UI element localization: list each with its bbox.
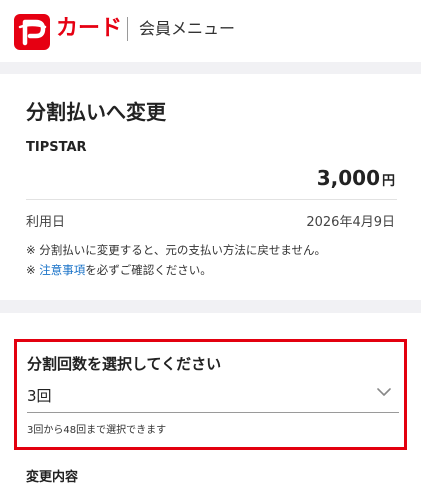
terms-link[interactable]: 注意事項 bbox=[39, 263, 85, 277]
app-root: カード 会員メニュー 分割払いへ変更 TIPSTAR 3,000 円 利用日 20… bbox=[0, 0, 421, 500]
warning-note: ※ 分割払いに変更すると、元の支払い方法に戻せません。 bbox=[26, 243, 326, 257]
header-divider bbox=[127, 17, 128, 41]
merchant-name: TIPSTAR bbox=[26, 140, 87, 155]
page-title: 分割払いへ変更 bbox=[26, 100, 166, 124]
amount-currency: 円 bbox=[381, 174, 395, 189]
installment-select-label: 分割回数を選択してください bbox=[27, 355, 222, 373]
use-date-value: 2026年4月9日 bbox=[306, 215, 395, 230]
installment-select[interactable]: 3回 bbox=[27, 385, 52, 406]
paypay-logo-icon[interactable] bbox=[14, 14, 50, 50]
brand-title: カード bbox=[56, 16, 123, 41]
caution-suffix: を必ずご確認ください。 bbox=[85, 263, 212, 277]
amount: 3,000 円 bbox=[317, 166, 395, 190]
use-date-label: 利用日 bbox=[26, 215, 66, 230]
installment-helper-text: 3回から48回まで選択できます bbox=[27, 425, 167, 436]
installment-card: 分割回数を選択してください 3回 3回から48回まで選択できます 変更内容 bbox=[0, 313, 421, 500]
select-underline bbox=[27, 412, 399, 413]
installment-select-highlight: 分割回数を選択してください 3回 3回から48回まで選択できます bbox=[14, 339, 407, 450]
chevron-down-icon[interactable] bbox=[376, 386, 392, 398]
change-details-title: 変更内容 bbox=[26, 470, 79, 485]
change-summary-card: 分割払いへ変更 TIPSTAR 3,000 円 利用日 2026年4月9日 ※ 分… bbox=[0, 74, 421, 300]
caution-prefix: ※ bbox=[26, 263, 40, 277]
caution-note: ※ 注意事項を必ずご確認ください。 bbox=[26, 262, 212, 278]
member-menu-link[interactable]: 会員メニュー bbox=[139, 17, 235, 41]
divider bbox=[26, 199, 397, 200]
header: カード 会員メニュー bbox=[0, 0, 421, 62]
amount-value: 3,000 bbox=[316, 166, 380, 190]
